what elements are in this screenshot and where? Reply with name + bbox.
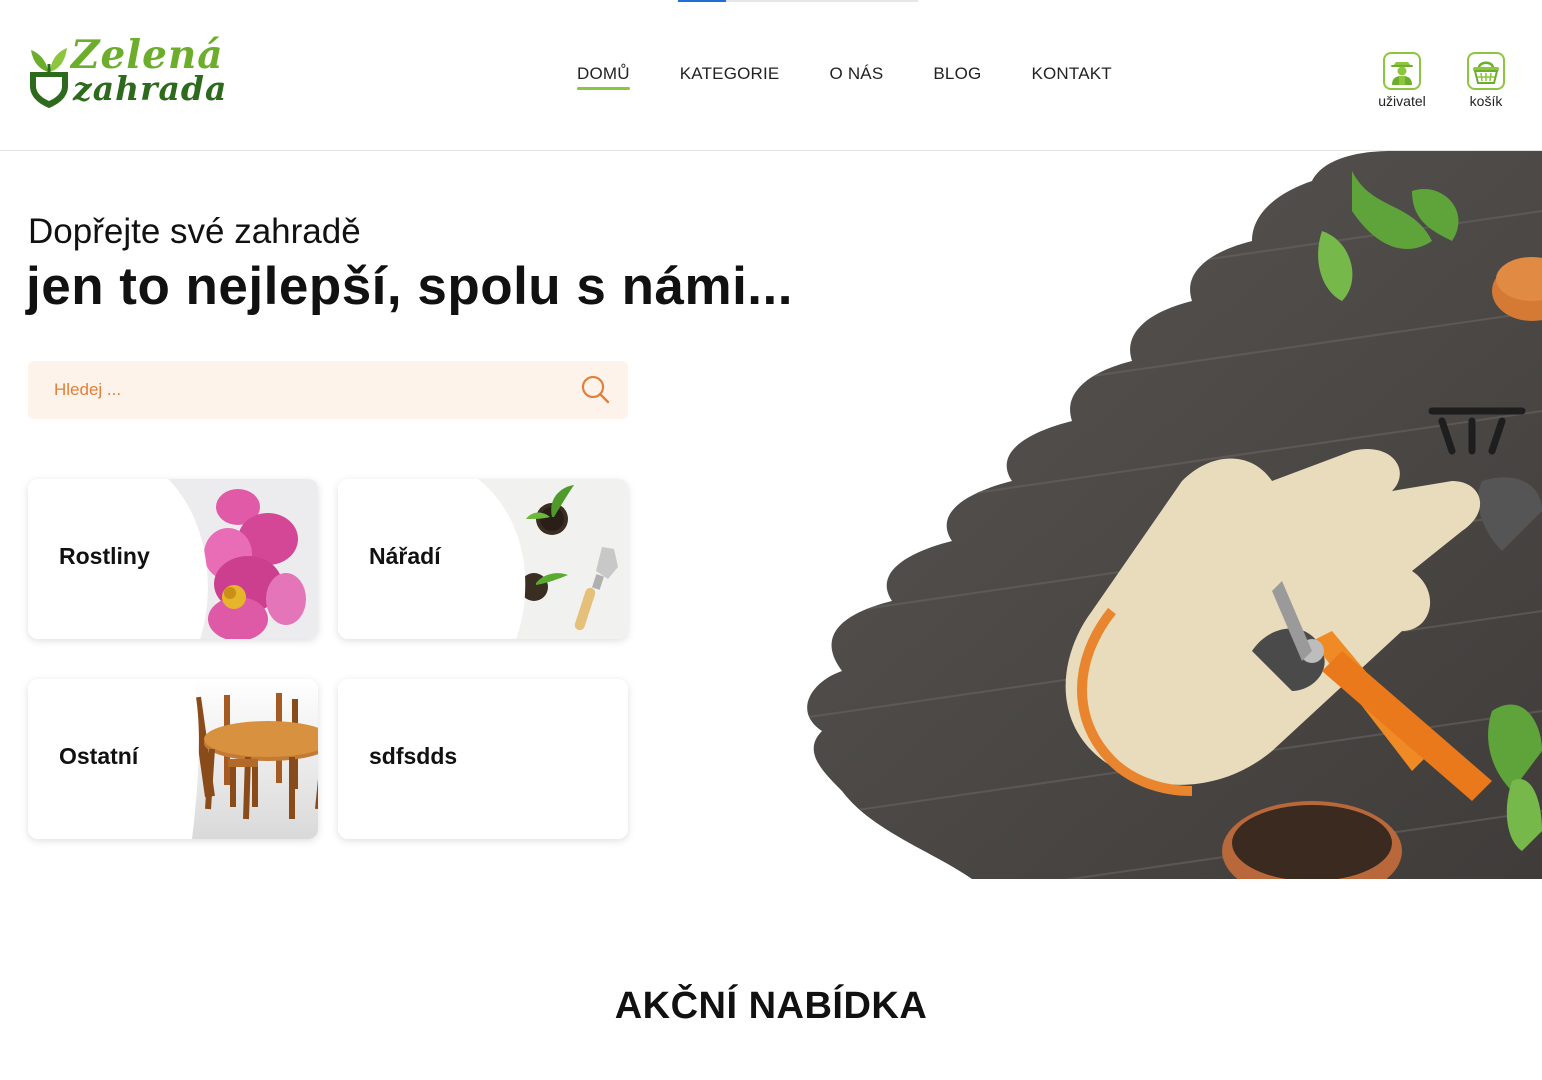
nav-item-o-nas[interactable]: O NÁS: [829, 64, 883, 90]
user-account-label: uživatel: [1378, 93, 1426, 109]
category-label: sdfsdds: [369, 743, 458, 769]
nav-item-kontakt[interactable]: KONTAKT: [1031, 64, 1111, 90]
site-header: Zelená zahrada DOMŮ KATEGORIE O NÁS BLOG…: [0, 0, 1542, 151]
category-grid: Rostliny Nářadí Ostatní sdfsdds: [28, 479, 630, 839]
promo-section-title: AKČNÍ NABÍDKA: [600, 985, 952, 1028]
gardening-gloves-pruners-tools-image: [807, 151, 1542, 879]
peony-flower-image: [168, 479, 318, 639]
category-card-rostliny[interactable]: Rostliny: [28, 479, 318, 639]
main-navigation: DOMŮ KATEGORIE O NÁS BLOG KONTAKT: [577, 64, 1162, 90]
hero-title: jen to nejlepší, spolu s námi...: [26, 257, 793, 316]
logo-text-line1: Zelená: [71, 32, 224, 78]
shield-sprout-logo-icon: [30, 48, 68, 108]
nav-item-blog[interactable]: BLOG: [933, 64, 981, 90]
promo-section-title-text: AKČNÍ NABÍDKA: [614, 985, 928, 1027]
garden-furniture-image: [168, 679, 318, 839]
nav-item-domu[interactable]: DOMŮ: [577, 64, 630, 90]
logo-text-line2: zahrada: [73, 69, 228, 108]
search-bar: [28, 361, 628, 419]
category-card-naradi[interactable]: Nářadí: [338, 479, 628, 639]
category-label: Ostatní: [59, 743, 139, 769]
cart-label: košík: [1469, 93, 1503, 109]
category-label: Rostliny: [59, 543, 150, 569]
seedlings-trowel-image: [478, 479, 628, 639]
cart-button[interactable]: košík: [1460, 52, 1512, 109]
category-label: Nářadí: [369, 543, 441, 569]
category-card-sdfsdds[interactable]: sdfsdds: [338, 679, 628, 839]
search-input[interactable]: [28, 361, 564, 419]
category-card-ostatni[interactable]: Ostatní: [28, 679, 318, 839]
gardener-user-icon: [1383, 52, 1421, 90]
nav-item-kategorie[interactable]: KATEGORIE: [680, 64, 780, 90]
basket-icon: [1467, 52, 1505, 90]
hero-subtitle: Dopřejte své zahradě: [28, 212, 361, 251]
search-icon: [581, 375, 610, 404]
site-logo[interactable]: Zelená zahrada: [27, 32, 283, 110]
promo-section-header: AKČNÍ NABÍDKA: [0, 985, 1542, 1028]
user-account-button[interactable]: uživatel: [1376, 52, 1428, 109]
search-button[interactable]: [564, 361, 628, 419]
header-actions: uživatel košík: [1376, 52, 1512, 109]
